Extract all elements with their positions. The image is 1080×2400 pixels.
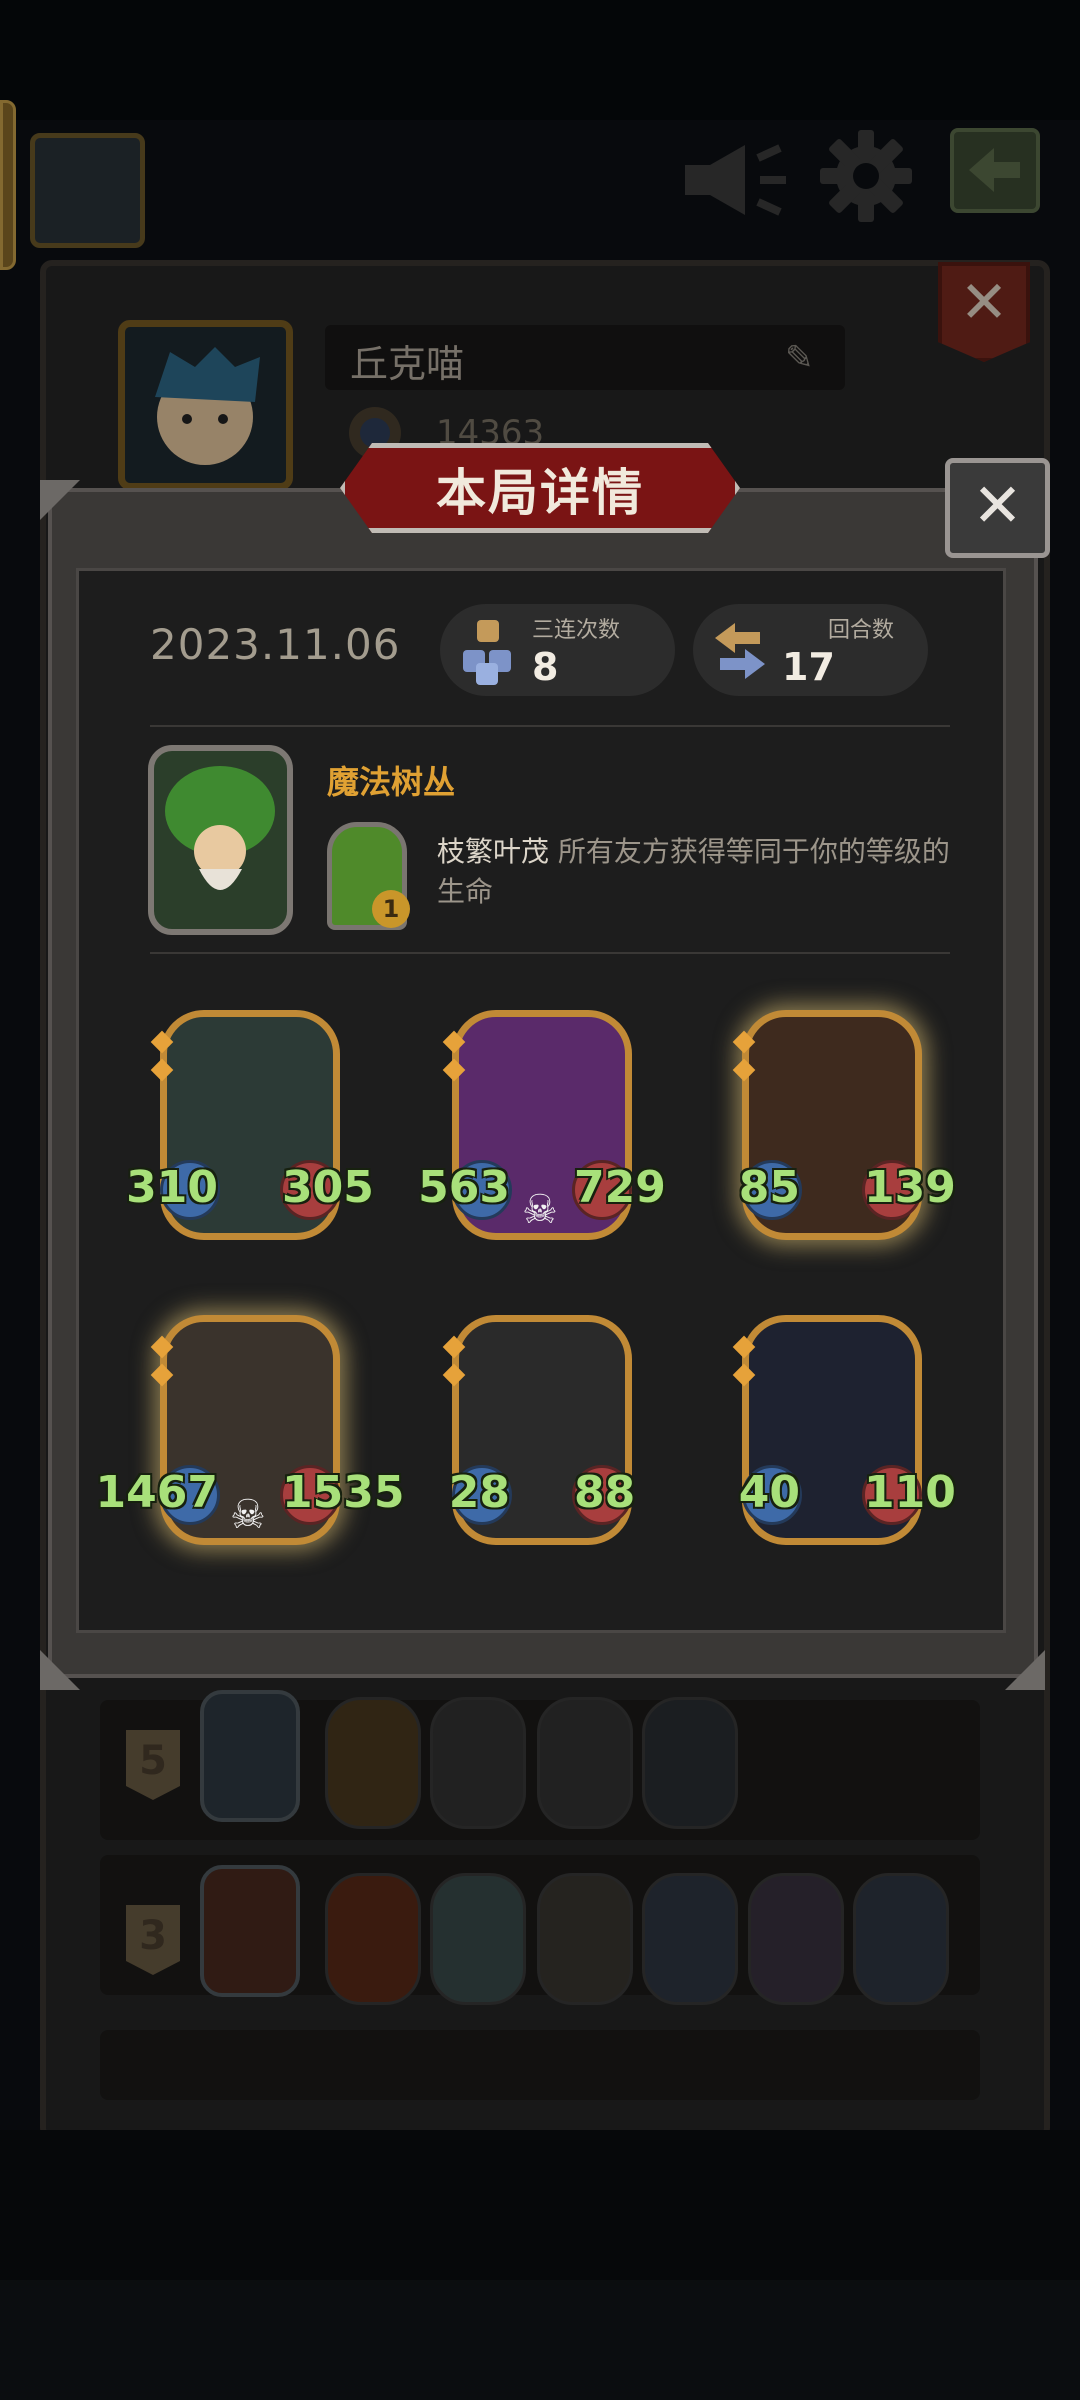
close-icon: ✕ xyxy=(972,471,1023,541)
minion-attack: 310 xyxy=(126,1162,218,1213)
deathrattle-icon: ☠ xyxy=(522,1187,558,1233)
turns-icon xyxy=(715,623,765,679)
triples-icon xyxy=(463,620,511,685)
minion-health: 1535 xyxy=(282,1467,405,1518)
hero-portrait[interactable] xyxy=(148,745,293,935)
modal-title: 本局详情 xyxy=(436,464,644,522)
deathrattle-icon: ☠ xyxy=(230,1492,266,1538)
triples-value: 8 xyxy=(532,645,559,689)
minion-health: 305 xyxy=(282,1162,374,1213)
minion-health: 88 xyxy=(574,1467,636,1518)
hero-power-level: 1 xyxy=(372,890,410,928)
triples-label: 三连次数 xyxy=(532,618,621,643)
minion-attack: 563 xyxy=(418,1162,510,1213)
hero-name: 魔法树丛 xyxy=(327,763,456,801)
modal-close-button[interactable]: ✕ xyxy=(945,458,1050,558)
minion-health: 139 xyxy=(864,1162,956,1213)
minion-attack: 1467 xyxy=(95,1467,218,1518)
hero-power-description: 枝繁叶茂 所有友方获得等同于你的等级的生命 xyxy=(437,832,977,912)
minion-attack: 28 xyxy=(448,1467,510,1518)
turns-label: 回合数 xyxy=(828,618,895,643)
turns-value: 17 xyxy=(782,645,835,689)
minion-attack: 85 xyxy=(738,1162,800,1213)
divider xyxy=(150,725,950,727)
divider xyxy=(150,952,950,954)
minion-health: 110 xyxy=(864,1467,956,1518)
match-date: 2023.11.06 xyxy=(150,620,401,669)
minion-attack: 40 xyxy=(738,1467,800,1518)
minion-health: 729 xyxy=(574,1162,666,1213)
hero-power-name: 枝繁叶茂 xyxy=(437,835,550,868)
